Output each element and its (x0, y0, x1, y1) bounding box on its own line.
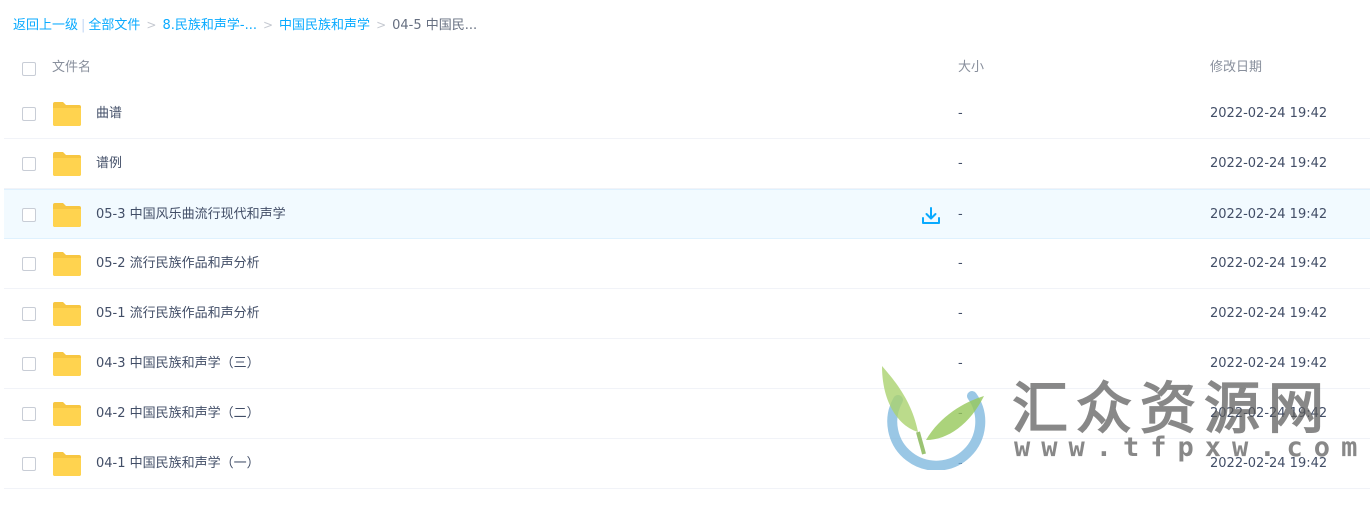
watermark-url: www.tfpxw.com (1014, 432, 1369, 463)
column-header-name[interactable]: 文件名 (52, 50, 91, 86)
folder-icon (53, 452, 81, 476)
crumb-link[interactable]: 8.民族和声学-... (162, 18, 257, 33)
file-name[interactable]: 04-3 中国民族和声学（三） (96, 339, 260, 389)
file-name[interactable]: 05-3 中国风乐曲流行现代和声学 (96, 190, 286, 240)
file-date: 2022-02-24 19:42 (1210, 207, 1328, 222)
column-header-size[interactable]: 大小 (958, 50, 984, 86)
row-checkbox[interactable] (22, 157, 36, 171)
file-row[interactable]: 05-2 流行民族作品和声分析 - 2022-02-24 19:42 (4, 239, 1370, 289)
file-name[interactable]: 曲谱 (96, 89, 122, 139)
file-date: 2022-02-24 19:42 (1210, 156, 1328, 171)
row-checkbox[interactable] (22, 107, 36, 121)
file-size: - (958, 256, 963, 271)
download-icon[interactable] (921, 206, 941, 226)
row-checkbox[interactable] (22, 257, 36, 271)
folder-icon (53, 152, 81, 176)
all-files-link[interactable]: 全部文件 (88, 18, 140, 33)
file-name[interactable]: 谱例 (96, 139, 122, 189)
file-date: 2022-02-24 19:42 (1210, 106, 1328, 121)
breadcrumb-divider: | (81, 18, 86, 33)
file-size: - (958, 106, 963, 121)
file-size: - (958, 306, 963, 321)
file-date: 2022-02-24 19:42 (1210, 256, 1328, 271)
file-name[interactable]: 05-2 流行民族作品和声分析 (96, 239, 260, 289)
file-row[interactable]: 曲谱 - 2022-02-24 19:42 (4, 89, 1370, 139)
folder-icon (53, 302, 81, 326)
column-header-date[interactable]: 修改日期 (1210, 50, 1262, 86)
crumb-current: 04-5 中国民... (392, 18, 478, 33)
file-row[interactable]: 05-3 中国风乐曲流行现代和声学 - 2022-02-24 19:42 (4, 189, 1370, 239)
row-checkbox[interactable] (22, 407, 36, 421)
crumb-link[interactable]: 中国民族和声学 (279, 18, 370, 33)
select-all-checkbox[interactable] (22, 62, 36, 76)
breadcrumb-separator-icon: > (146, 18, 157, 32)
folder-icon (53, 102, 81, 126)
row-checkbox[interactable] (22, 457, 36, 471)
leaf-logo-icon (882, 366, 986, 470)
row-checkbox[interactable] (22, 208, 36, 222)
file-list-header: 文件名 大小 修改日期 (0, 50, 1371, 88)
row-checkbox[interactable] (22, 307, 36, 321)
folder-icon (53, 402, 81, 426)
file-row[interactable]: 05-1 流行民族作品和声分析 - 2022-02-24 19:42 (4, 289, 1370, 339)
file-date: 2022-02-24 19:42 (1210, 306, 1328, 321)
folder-icon (53, 352, 81, 376)
back-link[interactable]: 返回上一级 (13, 18, 78, 33)
file-size: - (958, 207, 963, 222)
file-row[interactable]: 谱例 - 2022-02-24 19:42 (4, 139, 1370, 189)
folder-icon (53, 252, 81, 276)
folder-icon (53, 203, 81, 227)
row-checkbox[interactable] (22, 357, 36, 371)
breadcrumb: 返回上一级 | 全部文件 >8.民族和声学-... > 中国民族和声学 >04-5 中国民.… (13, 14, 477, 36)
file-name[interactable]: 04-2 中国民族和声学（二） (96, 389, 260, 439)
breadcrumb-separator-icon: > (262, 18, 274, 32)
breadcrumb-separator-icon: > (376, 18, 387, 32)
watermark: 汇众资源网 www.tfpxw.com (868, 362, 1357, 472)
file-size: - (958, 156, 963, 171)
file-name[interactable]: 05-1 流行民族作品和声分析 (96, 289, 260, 339)
file-name[interactable]: 04-1 中国民族和声学（一） (96, 439, 260, 489)
